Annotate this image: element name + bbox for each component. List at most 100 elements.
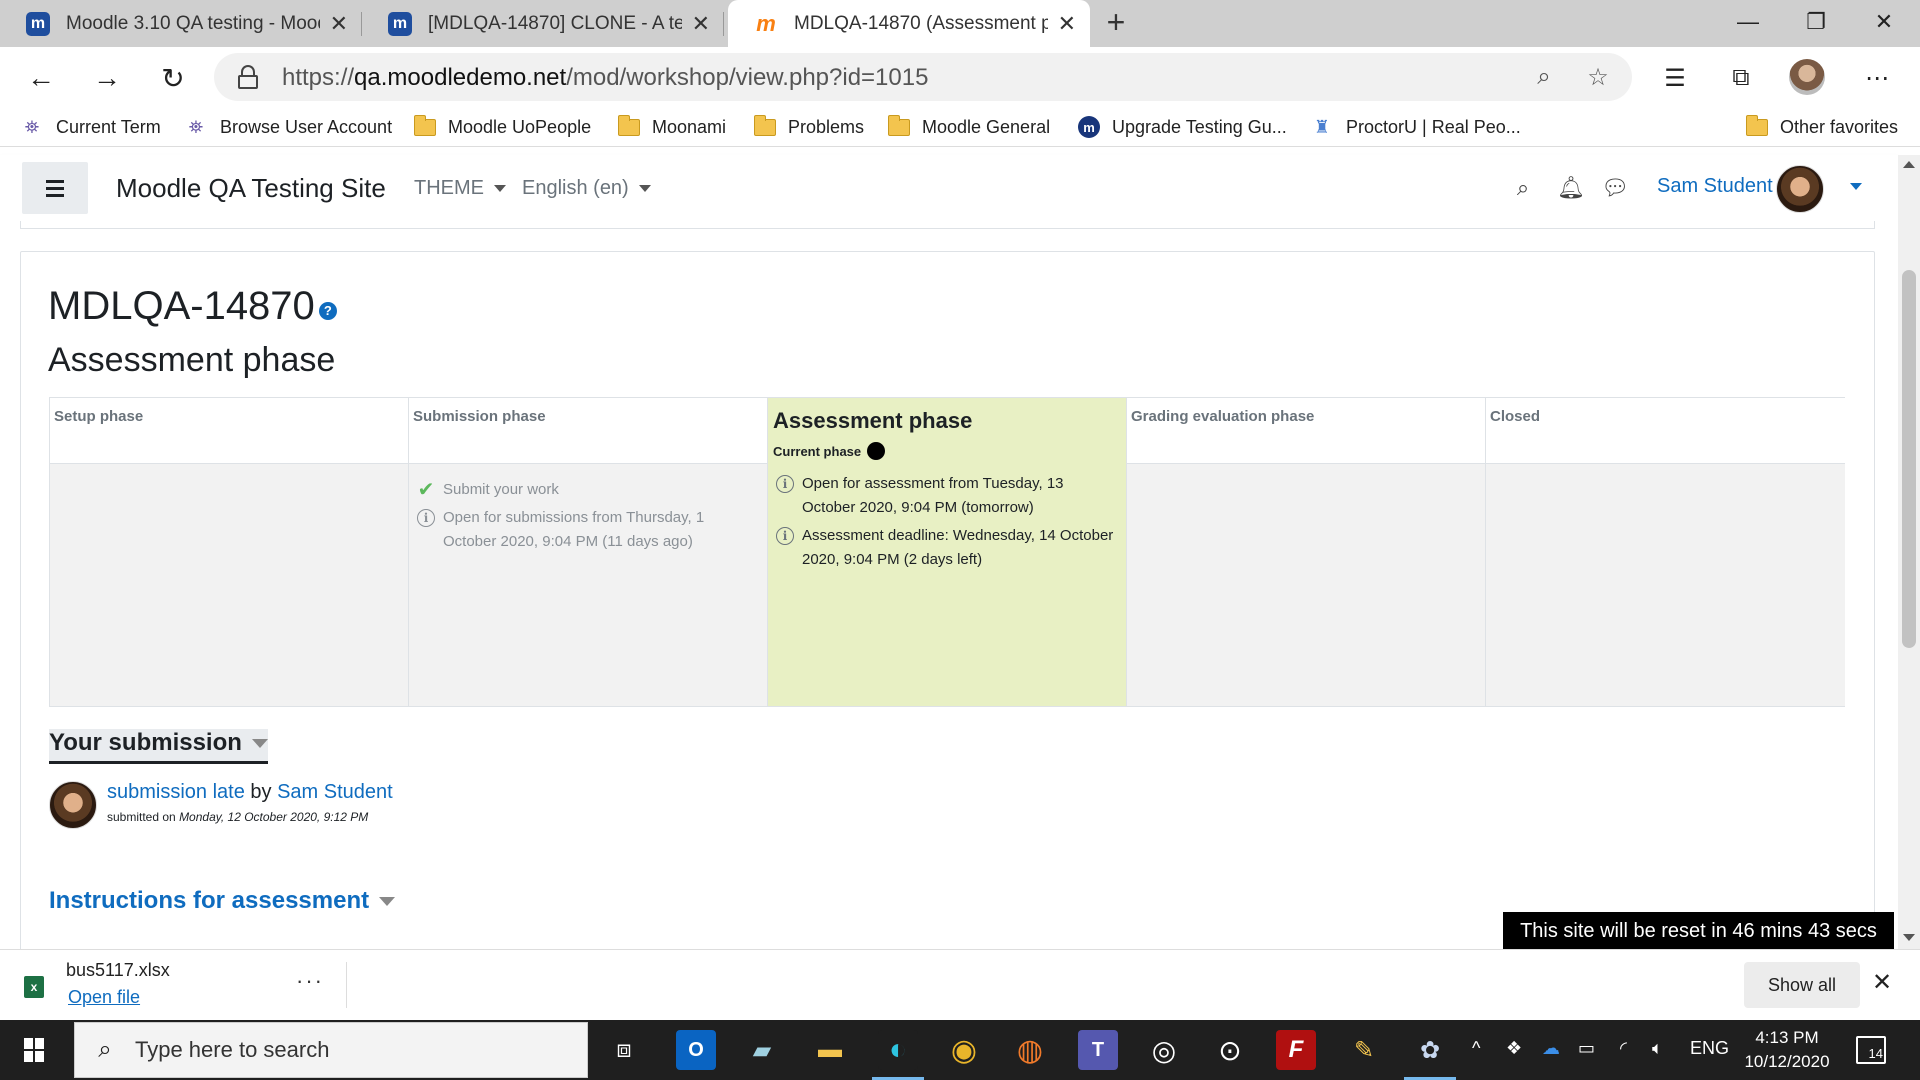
system-clock[interactable]: 4:13 PM 10/12/2020 bbox=[1744, 1026, 1830, 1074]
help-icon[interactable]: ? bbox=[318, 301, 337, 320]
profile-avatar[interactable] bbox=[1789, 59, 1825, 95]
avatar[interactable] bbox=[49, 781, 97, 829]
volume-icon[interactable]: 🔈︎ bbox=[1652, 1038, 1663, 1059]
bookmark-item[interactable]: Moodle UoPeople bbox=[413, 114, 591, 140]
zoom-icon[interactable]: ⌕ bbox=[1526, 59, 1562, 95]
outlook-icon[interactable]: O bbox=[676, 1030, 716, 1070]
download-filename[interactable]: bus5117.xlsx bbox=[66, 960, 170, 981]
scroll-up-icon[interactable] bbox=[1903, 161, 1915, 168]
language-menu[interactable]: English (en) bbox=[522, 177, 651, 200]
phase-name: Assessment phase bbox=[773, 408, 973, 433]
close-icon[interactable]: ✕ bbox=[330, 11, 348, 37]
bookmark-item[interactable]: m Upgrade Testing Gu... bbox=[1078, 114, 1287, 140]
wifi-icon[interactable]: ◜ bbox=[1620, 1038, 1627, 1059]
paint-icon[interactable]: ✿ bbox=[1404, 1030, 1456, 1080]
bookmark-item[interactable]: Moodle General bbox=[887, 114, 1050, 140]
teams-icon[interactable]: T bbox=[1078, 1030, 1118, 1070]
folder-icon bbox=[1745, 114, 1768, 136]
folder-icon bbox=[753, 114, 776, 136]
folder-icon bbox=[413, 114, 436, 136]
close-icon[interactable]: ✕ bbox=[1872, 968, 1892, 997]
your-submission-toggle[interactable]: Your submission bbox=[49, 729, 268, 764]
restore-button[interactable]: ❐ bbox=[1782, 0, 1850, 44]
firefox-icon[interactable]: ◍ bbox=[1010, 1030, 1050, 1070]
phase-grading-evaluation: Grading evaluation phase bbox=[1127, 398, 1486, 706]
bookmark-item[interactable]: ♜ ProctorU | Real Peo... bbox=[1310, 114, 1521, 140]
window-close-button[interactable]: ✕ bbox=[1850, 0, 1918, 44]
search-icon[interactable]: ⌕ bbox=[1508, 173, 1538, 203]
task-view-icon[interactable]: ⧈ bbox=[604, 1030, 644, 1070]
back-button[interactable]: ← bbox=[18, 55, 64, 101]
bookmark-item[interactable]: Problems bbox=[753, 114, 864, 140]
close-icon[interactable]: ✕ bbox=[692, 11, 710, 37]
reload-button[interactable]: ↻ bbox=[150, 55, 196, 101]
address-toolbar: ← → ↻ https://qa.moodledemo.net/mod/work… bbox=[0, 47, 1920, 107]
file-explorer-icon[interactable]: ▬ bbox=[810, 1030, 850, 1070]
download-bar: x bus5117.xlsx Open file ··· Show all ✕ bbox=[0, 949, 1920, 1020]
edge-browser-icon[interactable]: ◐ bbox=[872, 1030, 924, 1080]
password-manager-icon[interactable]: ⊙ bbox=[1210, 1030, 1250, 1070]
download-more-icon[interactable]: ··· bbox=[296, 968, 324, 994]
bell-icon[interactable]: 🔔︎ bbox=[1556, 173, 1586, 203]
avatar[interactable] bbox=[1776, 165, 1824, 213]
browser-tab-strip: m Moodle 3.10 QA testing - Moodl ✕ m [MD… bbox=[0, 0, 1920, 47]
bookmark-item[interactable]: ⛯ Current Term bbox=[20, 114, 161, 140]
collections-icon[interactable]: ⧉ bbox=[1718, 55, 1764, 101]
onedrive-icon[interactable]: ☁ bbox=[1542, 1038, 1560, 1059]
notification-center-icon[interactable]: 14 bbox=[1856, 1036, 1886, 1064]
address-bar[interactable]: https://qa.moodledemo.net/mod/workshop/v… bbox=[214, 53, 1632, 101]
open-file-link[interactable]: Open file bbox=[68, 987, 140, 1008]
caret-down-icon[interactable] bbox=[1850, 183, 1862, 190]
scroll-thumb[interactable] bbox=[1902, 270, 1916, 648]
site-name[interactable]: Moodle QA Testing Site bbox=[116, 173, 386, 204]
scroll-down-icon[interactable] bbox=[1903, 934, 1915, 941]
filezilla-icon[interactable]: F bbox=[1276, 1030, 1316, 1070]
phase-submission: Submission phase ✔ Submit your work i Op… bbox=[409, 398, 768, 706]
settings-more-icon[interactable]: ⋯ bbox=[1854, 55, 1900, 101]
task-item: i Open for assessment from Tuesday, 13 O… bbox=[776, 472, 1118, 520]
windows-start-icon[interactable] bbox=[14, 1034, 54, 1066]
browser-tab-active[interactable]: m MDLQA-14870 (Assessment pha ✕ bbox=[728, 0, 1090, 47]
url-text[interactable]: https://qa.moodledemo.net/mod/workshop/v… bbox=[282, 64, 928, 92]
nav-drawer-toggle[interactable] bbox=[22, 162, 88, 214]
tools-icon[interactable]: ✎ bbox=[1344, 1030, 1384, 1070]
task-item: i Open for submissions from Thursday, 1 … bbox=[417, 506, 759, 554]
taskbar-search-input[interactable]: ⌕ Type here to search bbox=[74, 1022, 588, 1078]
instructions-toggle[interactable]: Instructions for assessment bbox=[49, 887, 396, 915]
info-icon: i bbox=[776, 475, 794, 493]
user-name[interactable]: Sam Student bbox=[1657, 175, 1773, 198]
chrome-icon[interactable]: ◉ bbox=[944, 1030, 984, 1070]
new-tab-button[interactable]: + bbox=[1098, 4, 1134, 40]
other-favorites[interactable]: Other favorites bbox=[1745, 114, 1898, 140]
submission-link[interactable]: submission late bbox=[107, 781, 245, 803]
folder-icon bbox=[617, 114, 640, 136]
chat-icon[interactable]: 💬︎ bbox=[1600, 173, 1630, 203]
theme-menu[interactable]: THEME bbox=[414, 177, 506, 200]
phase-name: Closed bbox=[1486, 398, 1845, 464]
browser-tab[interactable]: m [MDLQA-14870] CLONE - A teacl ✕ bbox=[362, 0, 724, 47]
task-text: Assessment deadline: Wednesday, 14 Octob… bbox=[802, 527, 1114, 568]
minimize-button[interactable]: — bbox=[1714, 0, 1782, 44]
phase-tasks bbox=[1486, 464, 1845, 706]
lock-icon[interactable] bbox=[238, 65, 258, 89]
submission-summary: submission late by Sam Student submitted… bbox=[49, 781, 393, 829]
browser-tab[interactable]: m Moodle 3.10 QA testing - Moodl ✕ bbox=[0, 0, 362, 47]
author-link[interactable]: Sam Student bbox=[277, 781, 393, 803]
show-all-button[interactable]: Show all bbox=[1744, 962, 1860, 1008]
forward-button[interactable]: → bbox=[84, 55, 130, 101]
page-scrollbar[interactable] bbox=[1898, 155, 1920, 949]
battery-icon[interactable]: ▭ bbox=[1578, 1038, 1595, 1059]
input-language[interactable]: ENG bbox=[1690, 1038, 1729, 1059]
star-icon[interactable]: ☆ bbox=[1580, 59, 1616, 95]
submission-title-line: submission late by Sam Student bbox=[107, 781, 393, 804]
chevron-up-icon[interactable]: ^ bbox=[1472, 1038, 1480, 1059]
phase-name: Submission phase bbox=[409, 398, 767, 464]
media-player-icon[interactable]: ◎ bbox=[1144, 1030, 1184, 1070]
notes-app-icon[interactable]: ▰ bbox=[742, 1030, 782, 1070]
close-icon[interactable]: ✕ bbox=[1058, 11, 1076, 37]
favorites-icon[interactable]: ☰ bbox=[1652, 55, 1698, 101]
bookmark-item[interactable]: Moonami bbox=[617, 114, 726, 140]
dropbox-icon[interactable]: ❖ bbox=[1506, 1038, 1522, 1059]
bookmark-item[interactable]: ⛯ Browse User Account bbox=[184, 114, 392, 140]
task-text: Open for assessment from Tuesday, 13 Oct… bbox=[802, 475, 1064, 516]
